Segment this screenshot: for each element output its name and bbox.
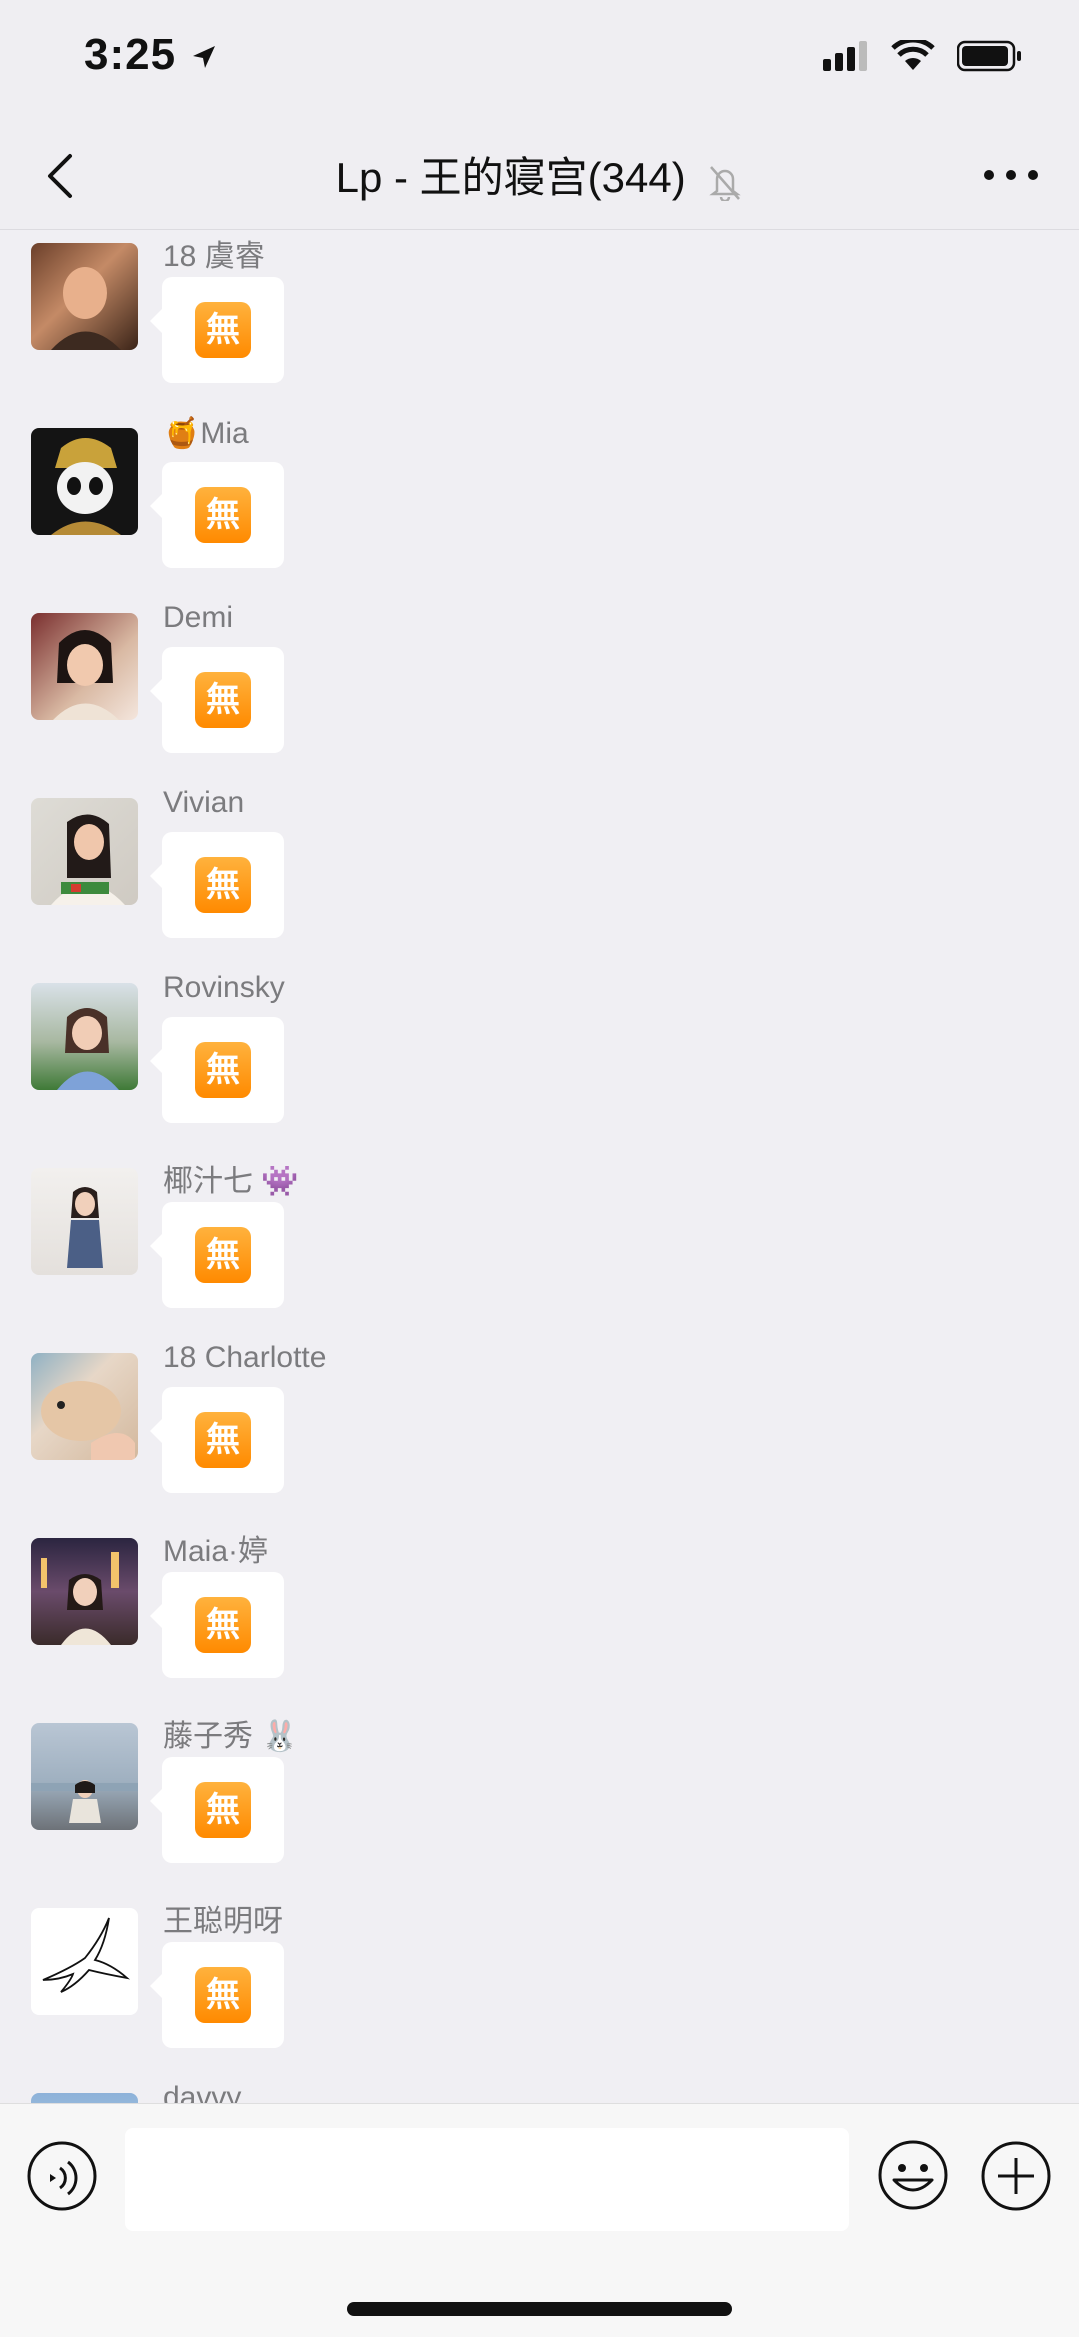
message-bubble[interactable]: 無 (150, 1942, 284, 2048)
home-indicator[interactable] (347, 2302, 732, 2316)
emoji-message: 無 (195, 1597, 251, 1653)
avatar-portrait-icon (53, 630, 119, 720)
emoji-message: 無 (195, 1042, 251, 1098)
avatar-portrait-icon (31, 1780, 138, 1823)
message-row: 🍯Mia 無 (0, 416, 1079, 601)
sender-name: 藤子秀 🐰 (163, 1720, 299, 1753)
wifi-icon (891, 40, 935, 70)
message-list[interactable]: 18 虞睿 無 🍯Mia 無 Demi 無 Vivian 無 Rovinsky … (0, 231, 1079, 2103)
emoji-message: 無 (195, 857, 251, 913)
message-input[interactable] (125, 2128, 849, 2231)
sender-name: 🍯Mia (163, 417, 249, 450)
sender-name: 18 Charlotte (163, 1341, 327, 1374)
sender-name: Rovinsky (163, 971, 285, 1004)
sender-name: Demi (163, 601, 234, 634)
avatar[interactable] (31, 1353, 138, 1460)
message-row: 藤子秀 🐰 無 (0, 1711, 1079, 1896)
emoji-message: 無 (195, 1412, 251, 1468)
message-row: Rovinsky 無 (0, 971, 1079, 1156)
sender-name: 王聪明呀 (163, 1905, 283, 1938)
bird-sketch-icon (42, 1917, 131, 1993)
avatar[interactable] (31, 1723, 138, 1830)
message-bubble[interactable]: 無 (150, 1387, 284, 1493)
sender-name: davvy (163, 2081, 242, 2103)
emoji-message: 無 (195, 302, 251, 358)
add-attachment-icon[interactable] (980, 2140, 1052, 2212)
avatar-portrait-icon (41, 1552, 119, 1645)
avatar-portrait-icon (57, 1008, 119, 1090)
avatar-portrait-icon (67, 1187, 103, 1268)
avatar[interactable] (31, 1168, 138, 1275)
status-time: 3:25 (84, 30, 219, 80)
sender-name: 椰汁七 👾 (163, 1165, 299, 1198)
panda-avatar-icon (51, 438, 121, 535)
message-bubble[interactable]: 無 (150, 832, 284, 938)
message-bubble[interactable]: 無 (150, 1202, 284, 1308)
emoji-picker-icon[interactable] (876, 2138, 950, 2212)
cellular-signal-icon (823, 41, 867, 71)
message-row: 王聪明呀 無 (0, 1896, 1079, 2081)
battery-icon (957, 40, 1021, 72)
avatar[interactable] (31, 983, 138, 1090)
emoji-message: 無 (195, 1782, 251, 1838)
avatar[interactable] (31, 243, 138, 350)
status-icons (823, 36, 1023, 76)
avatar[interactable] (31, 613, 138, 720)
sender-name: Maia·婷 (163, 1535, 269, 1568)
emoji-message: 無 (195, 1967, 251, 2023)
message-row: Vivian 無 (0, 786, 1079, 971)
avatar[interactable] (31, 2093, 138, 2103)
message-row: 18 Charlotte 無 (0, 1341, 1079, 1526)
avatar[interactable] (31, 428, 138, 535)
message-bubble[interactable]: 無 (150, 1572, 284, 1678)
status-time-text: 3:25 (84, 30, 177, 79)
emoji-message: 無 (195, 672, 251, 728)
mute-bell-icon (709, 166, 742, 201)
sender-name: Vivian (163, 786, 245, 819)
emoji-message: 無 (195, 1227, 251, 1283)
message-row: 18 虞睿 無 (0, 231, 1079, 416)
avatar[interactable] (31, 798, 138, 905)
voice-input-icon[interactable] (26, 2140, 98, 2212)
status-bar: 3:25 (0, 0, 1079, 120)
message-bubble[interactable]: 無 (150, 647, 284, 753)
avatar-portrait-icon (51, 814, 125, 905)
chat-title: Lp - 王的寝宫(344) (0, 144, 1079, 205)
avatar-portrait-icon (51, 267, 121, 350)
hamster-avatar-icon (41, 1381, 135, 1460)
chat-title-text: Lp - 王的寝宫(344) (335, 154, 686, 201)
sender-name: 18 虞睿 (163, 240, 265, 273)
location-arrow-icon (193, 46, 216, 69)
emoji-message: 無 (195, 487, 251, 543)
message-bubble[interactable]: 無 (150, 277, 284, 383)
message-row: 椰汁七 👾 無 (0, 1156, 1079, 1341)
chat-header: Lp - 王的寝宫(344) (0, 120, 1079, 230)
message-row: davvy (0, 2081, 1079, 2103)
avatar[interactable] (31, 1908, 138, 2015)
message-bubble[interactable]: 無 (150, 1757, 284, 1863)
message-bubble[interactable]: 無 (150, 462, 284, 568)
avatar[interactable] (31, 1538, 138, 1645)
message-row: Demi 無 (0, 601, 1079, 786)
message-row: Maia·婷 無 (0, 1526, 1079, 1711)
message-bubble[interactable]: 無 (150, 1017, 284, 1123)
more-options-icon[interactable] (981, 160, 1041, 190)
